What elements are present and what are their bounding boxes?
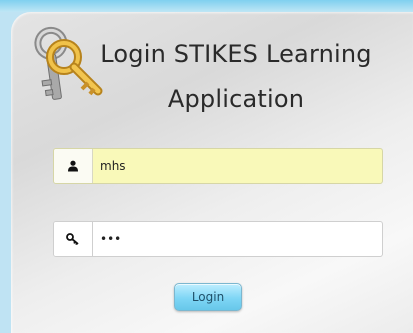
username-input[interactable]	[100, 149, 376, 183]
password-field	[53, 221, 383, 257]
login-button[interactable]: Login	[174, 283, 242, 311]
key-icon	[54, 222, 93, 256]
window-top-border	[0, 0, 413, 12]
page-title: Login STIKES Learning Application	[100, 40, 372, 113]
user-icon	[54, 149, 93, 183]
username-field	[53, 148, 383, 184]
password-input[interactable]	[100, 222, 376, 256]
